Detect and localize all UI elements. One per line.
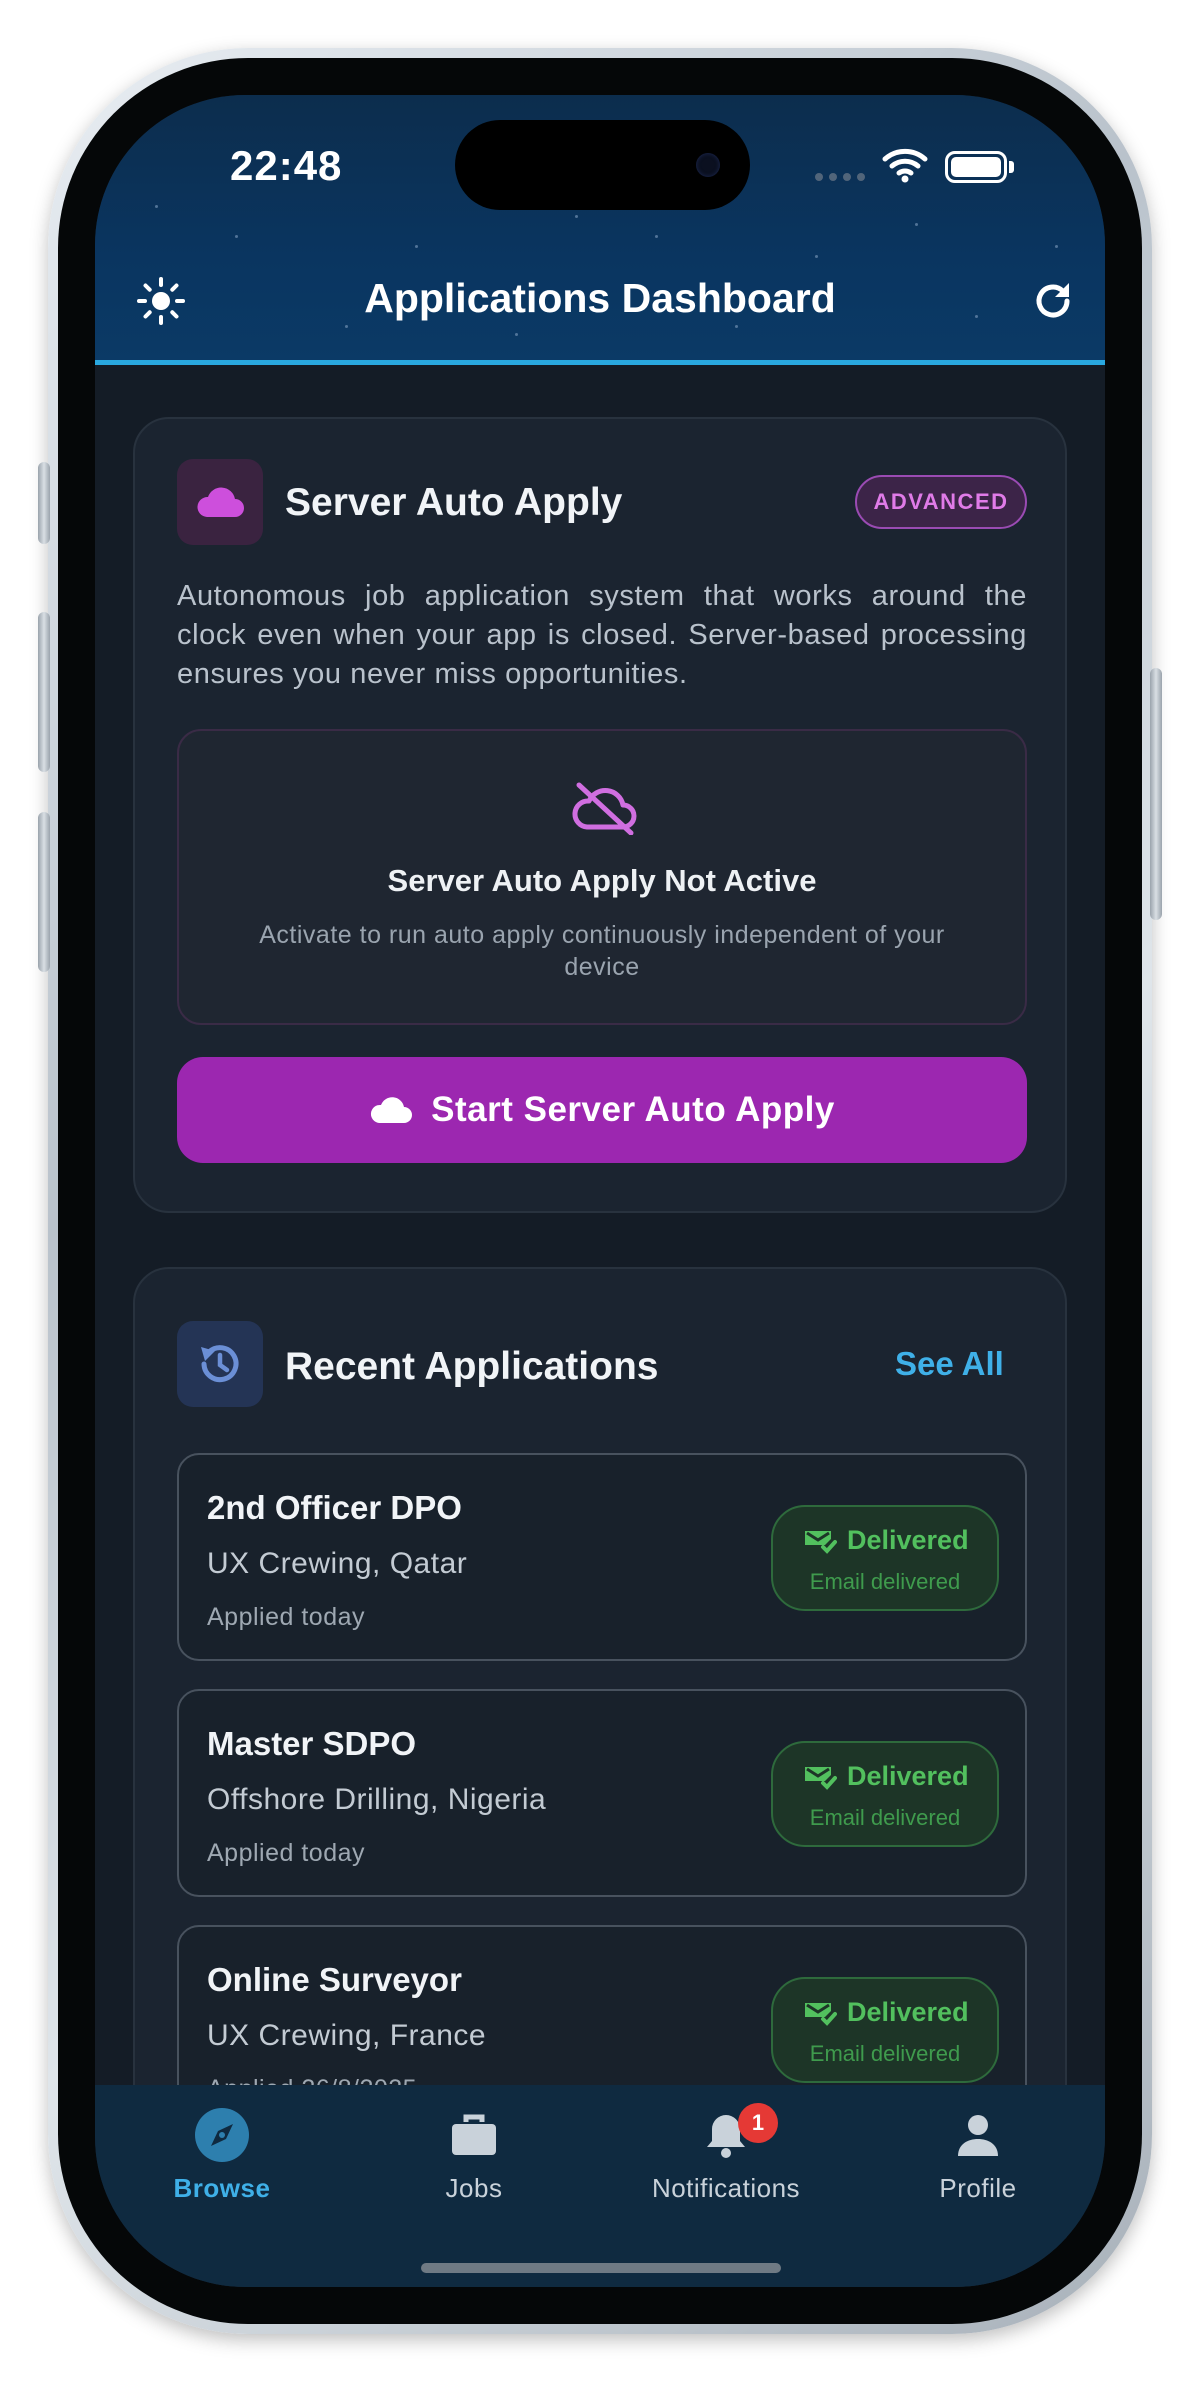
- header-accent-line: [95, 360, 1105, 365]
- application-title: 2nd Officer DPO: [207, 1489, 462, 1526]
- history-icon-tile: [177, 1321, 263, 1407]
- see-all-link[interactable]: See All: [895, 1345, 1004, 1383]
- volume-up-button: [38, 612, 50, 772]
- application-row[interactable]: Master SDPO Offshore Drilling, Nigeria A…: [177, 1689, 1027, 1897]
- status-detail: Email delivered: [809, 1805, 961, 1830]
- nav-item-profile[interactable]: Profile: [878, 2105, 1078, 2204]
- server-auto-apply-title: Server Auto Apply: [285, 481, 623, 524]
- application-title: Master SDPO: [207, 1725, 417, 1762]
- mark-email-read-icon: [805, 1530, 837, 1554]
- cloud-icon: [197, 487, 244, 517]
- notification-count-badge: 1: [738, 2103, 778, 2143]
- recent-applications-title: Recent Applications: [285, 1345, 659, 1388]
- application-row[interactable]: 2nd Officer DPO UX Crewing, Qatar Applie…: [177, 1453, 1027, 1661]
- nav-item-jobs[interactable]: Jobs: [374, 2105, 574, 2204]
- delivered-status-badge: Delivered Email delivered: [771, 1741, 999, 1847]
- server-auto-apply-card: Server Auto Apply ADVANCED Autonomous jo…: [133, 417, 1067, 1213]
- history-icon: [201, 1345, 239, 1383]
- status-label: Delivered: [847, 1761, 969, 1791]
- delivered-status-badge: Delivered Email delivered: [771, 1977, 999, 2083]
- refresh-button[interactable]: [1025, 273, 1081, 329]
- app-screen: 22:48 Applications Dashboard Server Auto…: [95, 95, 1105, 2287]
- nav-label-jobs: Jobs: [445, 2173, 503, 2203]
- advanced-badge: ADVANCED: [855, 475, 1027, 529]
- start-button-label: Start Server Auto Apply: [431, 1090, 835, 1129]
- status-time: 22:48: [230, 142, 343, 189]
- nav-item-browse[interactable]: Browse: [122, 2105, 322, 2204]
- briefcase-icon: [452, 2114, 496, 2155]
- inactive-title: Server Auto Apply Not Active: [387, 863, 817, 898]
- nav-item-notifications[interactable]: 1 Notifications: [626, 2103, 826, 2204]
- application-title: Online Surveyor: [207, 1961, 462, 1998]
- mark-email-read-icon: [805, 1766, 837, 1790]
- cloud-icon: [371, 1097, 413, 1123]
- status-label: Delivered: [847, 1997, 969, 2027]
- application-company: Offshore Drilling, Nigeria: [207, 1783, 547, 1816]
- battery-icon: [945, 151, 1007, 183]
- nav-label-profile: Profile: [939, 2173, 1017, 2203]
- status-detail: Email delivered: [809, 1569, 961, 1594]
- delivered-status-badge: Delivered Email delivered: [771, 1505, 999, 1611]
- volume-down-button: [38, 812, 50, 972]
- page-title: Applications Dashboard: [364, 275, 836, 321]
- bottom-navigation: Browse Jobs 1 Notifications Profile: [95, 2085, 1105, 2287]
- action-button: [38, 462, 50, 544]
- application-company: UX Crewing, Qatar: [207, 1547, 468, 1580]
- inactive-subtitle: Activate to run auto apply continuously …: [259, 921, 945, 981]
- person-icon: [958, 2115, 998, 2156]
- nav-label-notifications: Notifications: [651, 2173, 801, 2203]
- power-button: [1150, 668, 1162, 920]
- inactive-status-panel: Server Auto Apply Not Active Activate to…: [177, 729, 1027, 1025]
- start-server-auto-apply-button[interactable]: Start Server Auto Apply: [177, 1057, 1027, 1163]
- nav-label-browse: Browse: [173, 2173, 271, 2203]
- signal-icon: [815, 173, 865, 181]
- mark-email-read-icon: [805, 2002, 837, 2026]
- server-auto-apply-description: Autonomous job application system that w…: [177, 580, 1027, 690]
- dynamic-island: [455, 120, 750, 210]
- application-date: Applied today: [207, 1839, 366, 1867]
- server-icon-tile: [177, 459, 263, 545]
- application-date: Applied today: [207, 1603, 366, 1631]
- status-label: Delivered: [847, 1525, 969, 1555]
- cloud-off-icon: [572, 782, 637, 835]
- wifi-icon: [882, 148, 928, 183]
- status-detail: Email delivered: [809, 2041, 961, 2066]
- compass-icon: [195, 2108, 249, 2162]
- refresh-icon: [1036, 283, 1070, 318]
- application-company: UX Crewing, France: [207, 2019, 487, 2052]
- home-indicator[interactable]: [421, 2263, 781, 2273]
